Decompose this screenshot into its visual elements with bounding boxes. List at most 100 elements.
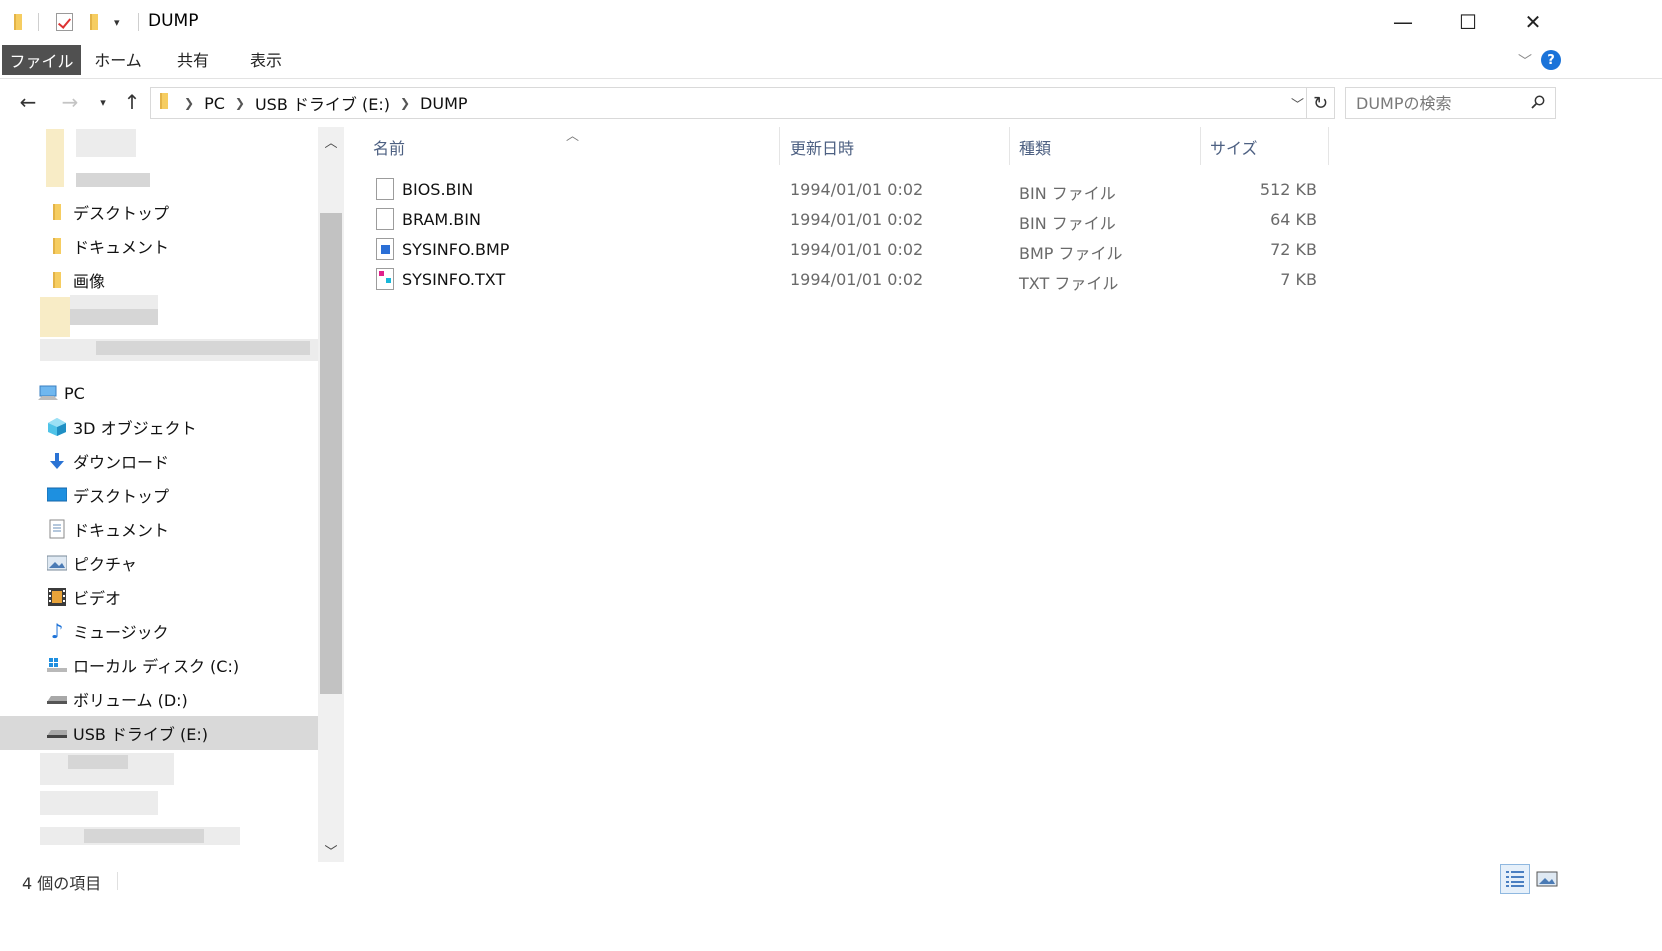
file-date: 1994/01/01 0:02: [790, 240, 924, 259]
column-divider[interactable]: [1328, 127, 1329, 165]
nav-label: ボリューム (D:): [73, 691, 188, 710]
nav-label: デスクトップ: [73, 204, 170, 223]
file-type: BIN ファイル: [1019, 214, 1116, 233]
column-header-name[interactable]: 名前: [373, 127, 778, 167]
blurred-item: [76, 173, 150, 187]
tab-share[interactable]: 共有: [162, 44, 224, 74]
search-box[interactable]: [1345, 87, 1556, 119]
3d-objects-icon: [47, 418, 67, 436]
maximize-button[interactable]: ☐: [1435, 0, 1501, 44]
blurred-item: [76, 129, 136, 157]
nav-music[interactable]: ♪ ミュージック: [0, 614, 318, 648]
search-icon[interactable]: [1531, 95, 1545, 109]
usb-drive-icon: [47, 724, 67, 742]
file-row[interactable]: SYSINFO.BMP 1994/01/01 0:02 BMP ファイル 72 …: [373, 236, 1333, 266]
file-date: 1994/01/01 0:02: [790, 180, 924, 199]
help-button[interactable]: ?: [1541, 50, 1561, 70]
blurred-item: [40, 791, 158, 815]
nav-label: ドキュメント: [73, 521, 170, 540]
nav-desktop[interactable]: デスクトップ: [0, 478, 318, 512]
expand-ribbon-chevron-icon[interactable]: ﹀: [1518, 51, 1532, 71]
window-title: DUMP: [148, 11, 199, 31]
search-input[interactable]: [1346, 88, 1526, 118]
nav-label: USB ドライブ (E:): [73, 725, 209, 744]
windows-drive-icon: [47, 656, 67, 674]
scroll-down-arrow-icon[interactable]: ﹀: [318, 840, 344, 860]
nav-label: ビデオ: [73, 589, 122, 608]
nav-quick-desktop[interactable]: デスクトップ: [0, 195, 318, 229]
new-folder-icon[interactable]: [90, 10, 98, 34]
file-size: 7 KB: [1280, 270, 1317, 289]
blurred-item: [40, 297, 70, 337]
file-name: SYSINFO.TXT: [402, 270, 506, 289]
minimize-button[interactable]: —: [1370, 0, 1436, 44]
recent-locations-chevron-icon[interactable]: ▾: [94, 89, 112, 115]
nav-label: ミュージック: [73, 623, 169, 642]
breadcrumb-chevron-icon[interactable]: ❯: [400, 96, 410, 110]
file-row[interactable]: BIOS.BIN 1994/01/01 0:02 BIN ファイル 512 KB: [373, 176, 1333, 206]
breadcrumb-pc[interactable]: PC: [204, 94, 225, 113]
forward-arrow-icon[interactable]: →: [56, 89, 84, 115]
scrollbar-thumb[interactable]: [320, 213, 342, 694]
close-button[interactable]: ✕: [1500, 0, 1566, 44]
customize-qa-chevron-icon[interactable]: ▾: [114, 10, 120, 34]
ribbon-tabs: ファイル ホーム 共有 表示 ﹀ ?: [0, 44, 1662, 79]
properties-check-icon[interactable]: [56, 10, 73, 34]
nav-3d-objects[interactable]: 3D オブジェクト: [0, 410, 318, 444]
tab-home[interactable]: ホーム: [86, 44, 150, 74]
folder-icon: [47, 203, 67, 221]
nav-label: ローカル ディスク (C:): [73, 657, 240, 676]
nav-pictures[interactable]: ピクチャ: [0, 546, 318, 580]
up-arrow-icon[interactable]: ↑: [118, 89, 146, 115]
qa-separator: [138, 13, 139, 31]
file-name: SYSINFO.BMP: [402, 240, 510, 259]
app-folder-icon: [14, 10, 22, 34]
column-divider[interactable]: [779, 127, 780, 165]
nav-videos[interactable]: ビデオ: [0, 580, 318, 614]
tab-view[interactable]: 表示: [236, 44, 296, 74]
nav-label: デスクトップ: [73, 487, 170, 506]
nav-usb-drive-e[interactable]: USB ドライブ (E:): [0, 716, 318, 750]
bitmap-file-icon: [376, 238, 394, 260]
refresh-icon[interactable]: ↻: [1306, 88, 1334, 118]
nav-quick-pictures[interactable]: 画像: [0, 263, 318, 297]
scroll-up-arrow-icon[interactable]: ︿: [318, 131, 344, 151]
column-header-size[interactable]: サイズ: [1210, 127, 1328, 167]
tab-file[interactable]: ファイル: [2, 45, 81, 75]
item-count: 4 個の項目: [22, 874, 102, 893]
nav-volume-d[interactable]: ボリューム (D:): [0, 682, 318, 716]
address-folder-icon: [160, 93, 168, 113]
file-date: 1994/01/01 0:02: [790, 210, 924, 229]
nav-downloads[interactable]: ダウンロード: [0, 444, 318, 478]
qa-separator: [38, 13, 39, 31]
nav-quick-documents[interactable]: ドキュメント: [0, 229, 318, 263]
nav-label: ピクチャ: [73, 555, 137, 574]
nav-documents[interactable]: ドキュメント: [0, 512, 318, 546]
column-divider[interactable]: [1200, 127, 1201, 165]
back-arrow-icon[interactable]: ←: [14, 89, 42, 115]
title-bar: ▾ DUMP — ☐ ✕: [0, 0, 1662, 44]
status-divider: [117, 872, 118, 890]
music-icon: ♪: [50, 619, 64, 643]
large-icons-view-icon[interactable]: [1532, 864, 1562, 894]
nav-pc[interactable]: PC: [0, 376, 318, 410]
column-header-type[interactable]: 種類: [1019, 127, 1199, 167]
breadcrumb-chevron-icon[interactable]: ❯: [184, 96, 194, 110]
file-row[interactable]: SYSINFO.TXT 1994/01/01 0:02 TXT ファイル 7 K…: [373, 266, 1333, 296]
nav-scrollbar[interactable]: ︿ ﹀: [318, 127, 344, 862]
folder-icon: [47, 271, 67, 289]
file-row[interactable]: BRAM.BIN 1994/01/01 0:02 BIN ファイル 64 KB: [373, 206, 1333, 236]
column-divider[interactable]: [1009, 127, 1010, 165]
column-header-date[interactable]: 更新日時: [790, 127, 1008, 167]
breadcrumb-chevron-icon[interactable]: ❯: [235, 96, 245, 110]
file-list: ︿ 名前 更新日時 種類 サイズ BIOS.BIN 1994/01/01 0:0…: [344, 127, 1662, 862]
address-bar[interactable]: ❯ PC ❯ USB ドライブ (E:) ❯ DUMP ﹀ ↻: [150, 87, 1335, 119]
breadcrumb-dump[interactable]: DUMP: [420, 94, 467, 113]
address-history-chevron-icon[interactable]: ﹀: [1291, 94, 1304, 113]
computer-icon: [38, 384, 58, 402]
breadcrumb-usb-drive[interactable]: USB ドライブ (E:): [255, 91, 390, 115]
blurred-item: [68, 755, 128, 769]
nav-local-disk-c[interactable]: ローカル ディスク (C:): [0, 648, 318, 682]
details-view-icon[interactable]: [1500, 864, 1530, 894]
videos-icon: [47, 588, 67, 606]
